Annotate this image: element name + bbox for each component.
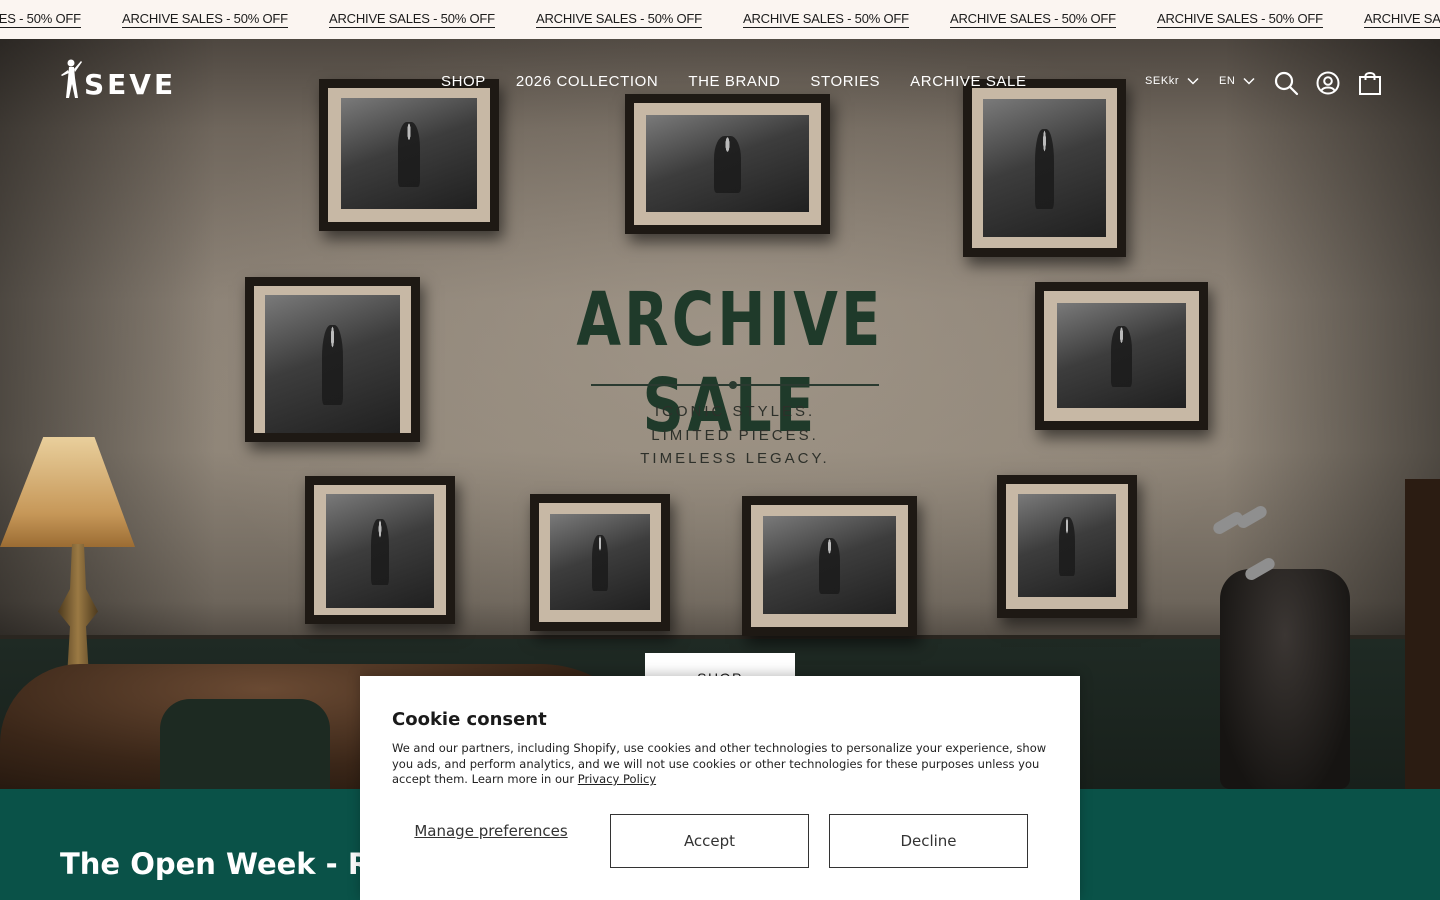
announcement-bar: ARCHIVE SALES - 50% OFF ARCHIVE SALES - … [0, 0, 1440, 39]
nav-item-archive-sale[interactable]: ARCHIVE SALE [910, 73, 1026, 90]
framed-photo [997, 475, 1137, 618]
chevron-down-icon [1187, 77, 1199, 85]
decline-button[interactable]: Decline [829, 814, 1028, 868]
framed-photo [245, 277, 420, 442]
announcement-item[interactable]: ARCHIVE SALES - 50% OFF [1364, 11, 1440, 28]
nav-item-the-brand[interactable]: THE BRAND [688, 73, 780, 90]
wood-cabinet [1405, 479, 1440, 789]
cart-icon[interactable] [1357, 70, 1383, 96]
cookie-title: Cookie consent [392, 709, 547, 730]
hero-tagline-line: TIMELESS LEGACY. [640, 450, 830, 467]
language-selector[interactable]: EN [1219, 75, 1256, 87]
announcement-item[interactable]: ARCHIVE SALES - 50% OFF [1157, 11, 1364, 28]
language-label: EN [1219, 75, 1236, 87]
announcement-track: ARCHIVE SALES - 50% OFF ARCHIVE SALES - … [0, 11, 1440, 28]
main-nav: SHOP 2026 COLLECTION THE BRAND STORIES A… [441, 73, 1027, 90]
framed-photo [625, 94, 830, 234]
accept-button[interactable]: Accept [610, 814, 809, 868]
nav-item-shop[interactable]: SHOP [441, 73, 486, 90]
cookie-body-text: We and our partners, including Shopify, … [392, 741, 1047, 787]
golf-bag [1220, 569, 1350, 789]
hero-title: ARCHIVE SALE [576, 277, 884, 449]
framed-photo [319, 79, 499, 231]
seve-logo[interactable]: SEVE [60, 58, 173, 102]
framed-photo [530, 494, 670, 631]
nav-item-stories[interactable]: STORIES [810, 73, 880, 90]
sofa-pillow [160, 699, 330, 789]
hero-divider-dot [729, 381, 737, 389]
manage-preferences-button[interactable]: Manage preferences [392, 822, 590, 841]
announcement-item[interactable]: ARCHIVE SALES - 50% OFF [329, 11, 536, 28]
announcement-item[interactable]: ARCHIVE SALES - 50% OFF [0, 11, 122, 28]
cookie-consent-banner: Cookie consent We and our partners, incl… [360, 676, 1080, 900]
privacy-policy-link[interactable]: Privacy Policy [578, 772, 656, 786]
announcement-item[interactable]: ARCHIVE SALES - 50% OFF [122, 11, 329, 28]
currency-label: SEKkr [1145, 75, 1180, 87]
currency-selector[interactable]: SEKkr [1145, 75, 1199, 87]
framed-photo [963, 79, 1126, 257]
announcement-item[interactable]: ARCHIVE SALES - 50% OFF [743, 11, 950, 28]
logo-text: SEVE [84, 68, 177, 101]
announcement-item[interactable]: ARCHIVE SALES - 50% OFF [536, 11, 743, 28]
hero-tagline-line: LIMITED PIECES. [651, 427, 819, 444]
search-icon[interactable] [1273, 70, 1299, 96]
framed-photo [305, 476, 455, 624]
chevron-down-icon [1243, 77, 1256, 85]
cookie-body: We and our partners, including Shopify, … [392, 741, 1048, 788]
hero-tagline-line: ICONIC STYLES. [654, 403, 816, 420]
account-icon[interactable] [1315, 70, 1341, 96]
framed-photo [742, 496, 917, 636]
nav-item-2026-collection[interactable]: 2026 COLLECTION [516, 73, 658, 90]
framed-photo [1035, 282, 1208, 430]
golfer-logo-icon [61, 59, 82, 98]
announcement-item[interactable]: ARCHIVE SALES - 50% OFF [950, 11, 1157, 28]
